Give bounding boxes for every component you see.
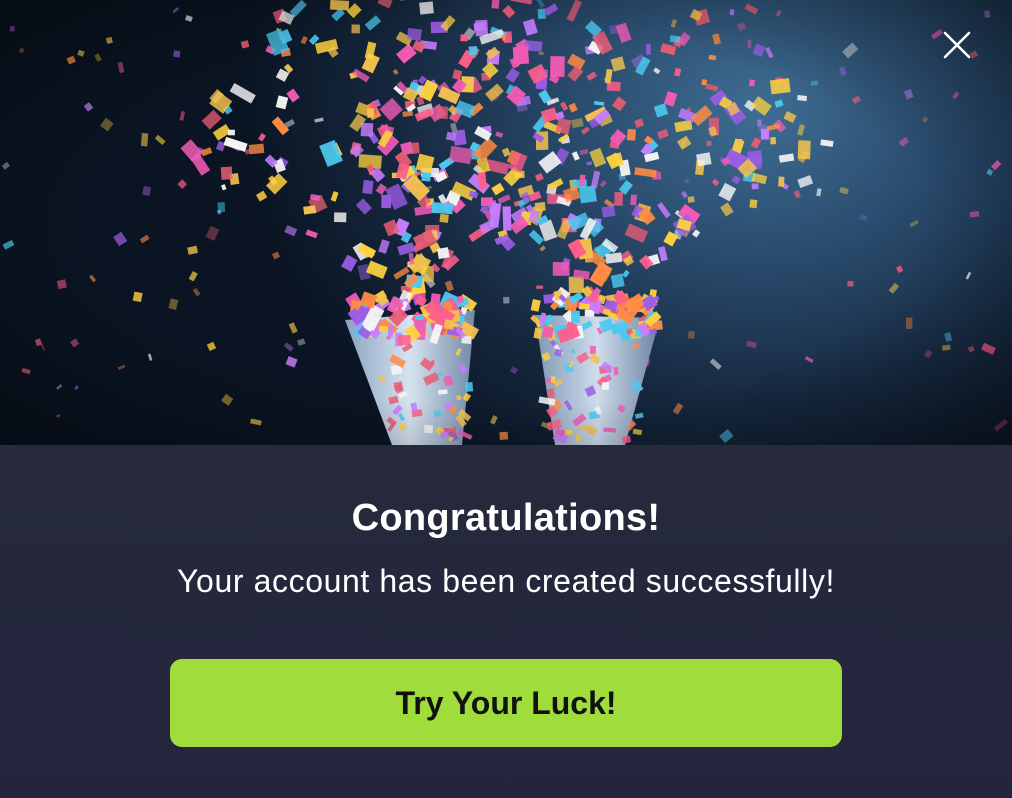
hero-vignette [0, 0, 1012, 445]
close-button[interactable] [942, 30, 982, 70]
confetti-hero-image [0, 0, 1012, 445]
modal-message: Your account has been created successful… [177, 563, 835, 599]
modal-title: Congratulations! [351, 497, 661, 539]
confetti-illustration [0, 0, 1012, 445]
congratulations-modal: Congratulations! Your account has been c… [0, 0, 1012, 798]
close-icon [943, 31, 971, 59]
try-your-luck-button[interactable]: Try Your Luck! [170, 659, 842, 747]
modal-content: Congratulations! Your account has been c… [0, 445, 1012, 798]
